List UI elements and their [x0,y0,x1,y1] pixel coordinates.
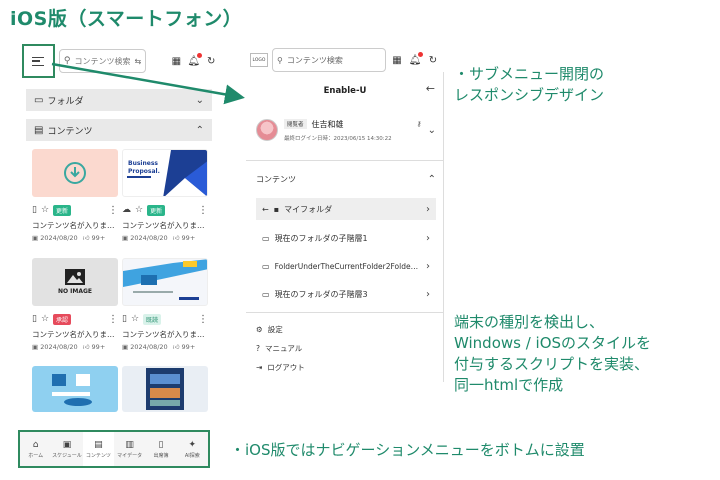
annotation-submenu: ・サブメニュー開閉の レスポンシブデザイン [454,64,604,106]
annotation-line: Windows / iOSのスタイルを [454,334,652,352]
annotation-line: 付与するスクリプトを実装、 [454,355,650,373]
annotation-bottom-nav: ・iOS版ではナビゲーションメニューをボトムに設置 [230,441,585,459]
annotation-line: 端末の種別を検出し、 [454,313,605,331]
annotation-line: ・サブメニュー開閉の [454,65,605,83]
annotation-line: 同一htmlで作成 [454,376,564,394]
annotation-device-detect: 端末の種別を検出し、 Windows / iOSのスタイルを 付与するスクリプト… [454,312,651,396]
annotation-arrow [51,62,245,105]
annotation-line: レスポンシブデザイン [454,86,605,104]
